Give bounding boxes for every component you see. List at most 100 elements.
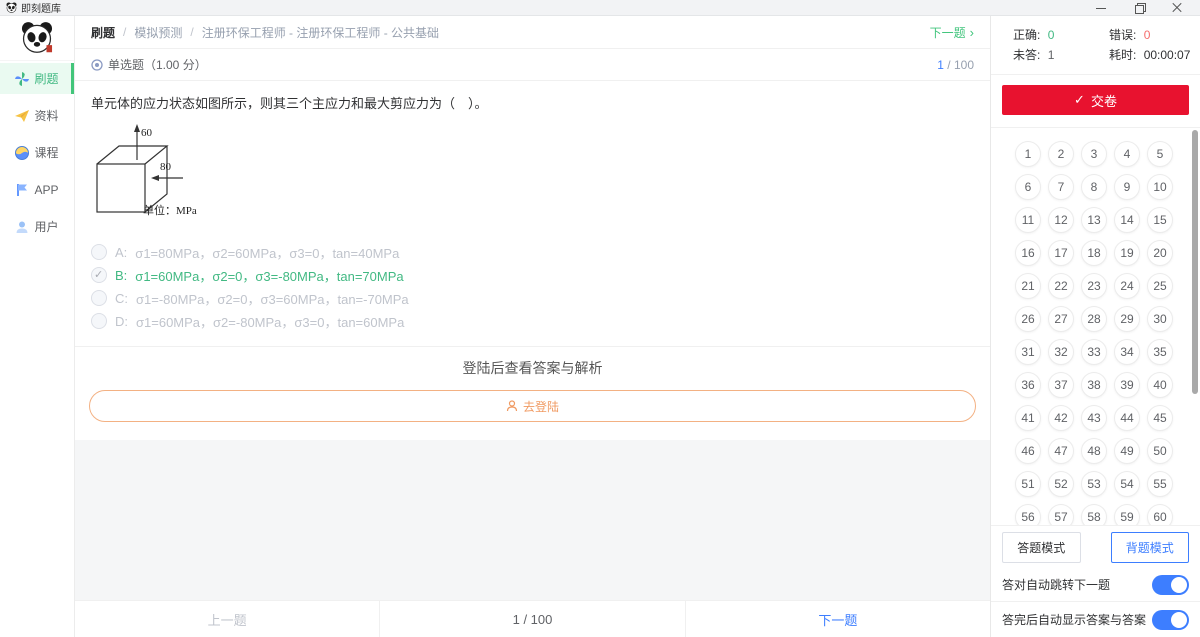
auto-show-answer-toggle[interactable] <box>1152 610 1189 630</box>
question-number-36[interactable]: 36 <box>1015 372 1041 398</box>
question-number-39[interactable]: 39 <box>1114 372 1140 398</box>
recite-mode-button[interactable]: 背题模式 <box>1111 532 1190 563</box>
restore-icon[interactable] <box>1134 3 1144 13</box>
radio-icon[interactable] <box>91 313 107 329</box>
option-b[interactable]: B: σ1=60MPa，σ2=0，σ3=-80MPa，tan=70MPa <box>91 264 974 286</box>
question-number-49[interactable]: 49 <box>1114 438 1140 464</box>
question-number-40[interactable]: 40 <box>1147 372 1173 398</box>
radio-icon[interactable] <box>91 290 107 306</box>
sidebar-nav: 刷题 资料 课程 APP <box>0 61 74 242</box>
option-c[interactable]: C: σ1=-80MPa，σ2=0，σ3=60MPa，tan=-70MPa <box>91 287 974 309</box>
question-number-6[interactable]: 6 <box>1015 174 1041 200</box>
question-number-23[interactable]: 23 <box>1081 273 1107 299</box>
sidebar-item-yonghu[interactable]: 用户 <box>0 211 74 242</box>
question-number-56[interactable]: 56 <box>1015 504 1041 525</box>
radio-icon[interactable] <box>91 244 107 260</box>
question-number-55[interactable]: 55 <box>1147 471 1173 497</box>
question-number-33[interactable]: 33 <box>1081 339 1107 365</box>
question-number-38[interactable]: 38 <box>1081 372 1107 398</box>
sidebar: 刷题 资料 课程 APP <box>0 16 75 637</box>
question-number-17[interactable]: 17 <box>1048 240 1074 266</box>
sidebar-item-shuati[interactable]: 刷题 <box>0 63 74 94</box>
question-number-45[interactable]: 45 <box>1147 405 1173 431</box>
question-number-27[interactable]: 27 <box>1048 306 1074 332</box>
prev-question-button[interactable]: 上一题 <box>75 601 379 637</box>
question-number-26[interactable]: 26 <box>1015 306 1041 332</box>
stat-wrong-value: 0 <box>1144 28 1151 42</box>
question-number-57[interactable]: 57 <box>1048 504 1074 525</box>
question-number-10[interactable]: 10 <box>1147 174 1173 200</box>
submit-paper-button[interactable]: ✓ 交卷 <box>1002 85 1189 115</box>
auto-next-toggle[interactable] <box>1152 575 1189 595</box>
question-number-54[interactable]: 54 <box>1114 471 1140 497</box>
next-question-link[interactable]: 下一题 › <box>930 24 974 41</box>
question-number-28[interactable]: 28 <box>1081 306 1107 332</box>
answer-mode-button[interactable]: 答题模式 <box>1002 532 1081 563</box>
question-number-21[interactable]: 21 <box>1015 273 1041 299</box>
breadcrumb-item[interactable]: 模拟预测 <box>134 24 182 41</box>
grid-scrollbar[interactable] <box>1192 130 1198 394</box>
question-number-22[interactable]: 22 <box>1048 273 1074 299</box>
question-number-41[interactable]: 41 <box>1015 405 1041 431</box>
question-number-12[interactable]: 12 <box>1048 207 1074 233</box>
question-number-1[interactable]: 1 <box>1015 141 1041 167</box>
sidebar-item-app[interactable]: APP <box>0 174 74 205</box>
question-number-7[interactable]: 7 <box>1048 174 1074 200</box>
login-section: 登陆后查看答案与解析 去登陆 <box>75 346 990 440</box>
question-number-2[interactable]: 2 <box>1048 141 1074 167</box>
question-number-16[interactable]: 16 <box>1015 240 1041 266</box>
question-number-51[interactable]: 51 <box>1015 471 1041 497</box>
question-number-18[interactable]: 18 <box>1081 240 1107 266</box>
question-number-15[interactable]: 15 <box>1147 207 1173 233</box>
question-number-53[interactable]: 53 <box>1081 471 1107 497</box>
question-number-4[interactable]: 4 <box>1114 141 1140 167</box>
question-number-3[interactable]: 3 <box>1081 141 1107 167</box>
auto-show-answer-setting: 答完后自动显示答案与答案 <box>991 601 1200 637</box>
question-number-24[interactable]: 24 <box>1114 273 1140 299</box>
breadcrumb-item[interactable]: 刷题 <box>91 24 115 41</box>
question-number-59[interactable]: 59 <box>1114 504 1140 525</box>
question-number-11[interactable]: 11 <box>1015 207 1041 233</box>
question-number-46[interactable]: 46 <box>1015 438 1041 464</box>
question-number-37[interactable]: 37 <box>1048 372 1074 398</box>
course-icon <box>15 146 29 160</box>
question-number-25[interactable]: 25 <box>1147 273 1173 299</box>
question-number-42[interactable]: 42 <box>1048 405 1074 431</box>
question-number-29[interactable]: 29 <box>1114 306 1140 332</box>
figure-unit-label: 单位：MPa <box>143 203 197 217</box>
question-number-14[interactable]: 14 <box>1114 207 1140 233</box>
option-key: A: <box>115 245 127 260</box>
question-number-58[interactable]: 58 <box>1081 504 1107 525</box>
stat-time: 耗时: 00:00:07 <box>1109 46 1200 66</box>
close-icon[interactable] <box>1172 3 1182 13</box>
question-number-47[interactable]: 47 <box>1048 438 1074 464</box>
question-number-13[interactable]: 13 <box>1081 207 1107 233</box>
sidebar-item-ziliao[interactable]: 资料 <box>0 100 74 131</box>
option-a[interactable]: A: σ1=80MPa，σ2=60MPa，σ3=0，tan=40MPa <box>91 241 974 263</box>
question-number-31[interactable]: 31 <box>1015 339 1041 365</box>
footer-progress: 1 / 100 <box>379 601 685 637</box>
question-number-19[interactable]: 19 <box>1114 240 1140 266</box>
pinwheel-icon <box>15 72 29 86</box>
question-number-50[interactable]: 50 <box>1147 438 1173 464</box>
question-number-32[interactable]: 32 <box>1048 339 1074 365</box>
question-number-9[interactable]: 9 <box>1114 174 1140 200</box>
option-d[interactable]: D: σ1=60MPa，σ2=-80MPa，σ3=0，tan=60MPa <box>91 310 974 332</box>
question-number-20[interactable]: 20 <box>1147 240 1173 266</box>
question-number-43[interactable]: 43 <box>1081 405 1107 431</box>
question-number-44[interactable]: 44 <box>1114 405 1140 431</box>
question-number-48[interactable]: 48 <box>1081 438 1107 464</box>
minimize-icon[interactable] <box>1096 3 1106 13</box>
question-number-35[interactable]: 35 <box>1147 339 1173 365</box>
question-number-8[interactable]: 8 <box>1081 174 1107 200</box>
question-number-34[interactable]: 34 <box>1114 339 1140 365</box>
radio-checked-icon[interactable] <box>91 267 107 283</box>
go-login-button[interactable]: 去登陆 <box>89 390 976 422</box>
question-number-60[interactable]: 60 <box>1147 504 1173 525</box>
question-number-30[interactable]: 30 <box>1147 306 1173 332</box>
question-number-5[interactable]: 5 <box>1147 141 1173 167</box>
question-number-52[interactable]: 52 <box>1048 471 1074 497</box>
sidebar-item-label: 资料 <box>34 107 58 124</box>
next-question-button[interactable]: 下一题 <box>686 601 990 637</box>
sidebar-item-kecheng[interactable]: 课程 <box>0 137 74 168</box>
